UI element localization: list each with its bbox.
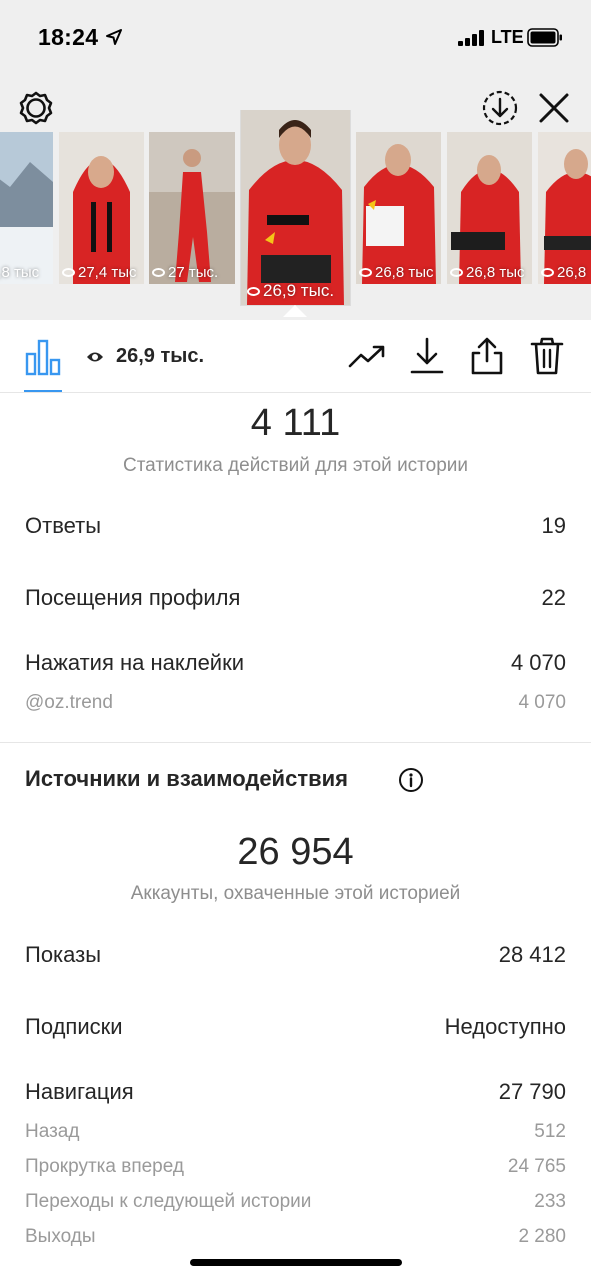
info-icon[interactable] bbox=[398, 767, 424, 793]
stat-row-nav-exits: Выходы 2 280 bbox=[25, 1226, 566, 1256]
trending-icon[interactable] bbox=[347, 336, 387, 376]
stat-sub-value: 24 765 bbox=[507, 1156, 566, 1177]
stat-sub-label: Назад bbox=[25, 1121, 80, 1142]
stat-label: Подписки bbox=[25, 1014, 123, 1039]
stat-label: Посещения профиля bbox=[25, 585, 241, 610]
story-thumbnail-active[interactable]: 26,9 тыс. bbox=[241, 110, 350, 305]
selected-tab-indicator bbox=[24, 390, 62, 392]
stat-row-sticker-taps: Нажатия на наклейки 4 070 bbox=[25, 650, 566, 680]
story-view-count: 7,8 тыс bbox=[0, 264, 40, 281]
story-thumbnail-image bbox=[149, 132, 235, 284]
story-thumbnail[interactable]: 26,8 bbox=[538, 132, 591, 284]
stat-sub-value: 2 280 bbox=[518, 1226, 566, 1247]
story-view-count: 26,8 тыс bbox=[359, 264, 434, 281]
stat-row-replies: Ответы 19 bbox=[25, 513, 566, 543]
story-thumbnail-image bbox=[59, 132, 144, 284]
stat-sub-label: Выходы bbox=[25, 1226, 96, 1247]
story-thumbnail[interactable]: 26,8 тыс bbox=[356, 132, 441, 284]
stat-label: Показы bbox=[25, 942, 102, 967]
stat-sub-value: 4 070 bbox=[518, 692, 566, 713]
stat-label: Нажатия на наклейки bbox=[25, 650, 245, 675]
location-arrow-icon bbox=[106, 29, 122, 45]
stat-row-impressions: Показы 28 412 bbox=[25, 942, 566, 972]
stat-value: 27 790 bbox=[498, 1079, 566, 1104]
story-action-bar: 26,9 тыс. bbox=[0, 320, 591, 393]
story-viewer-header: 18:24 LTE 8 тыс 27,4 тыс 27 тыс. 26,9 ты… bbox=[0, 0, 591, 320]
story-thumbnail[interactable]: 7,8 тыс bbox=[0, 132, 53, 284]
story-thumbnail-image bbox=[241, 110, 350, 305]
stat-row-nav-next-story: Переходы к следующей истории 233 bbox=[25, 1191, 566, 1221]
trash-icon[interactable] bbox=[527, 336, 567, 376]
stat-value: 22 bbox=[541, 585, 566, 610]
status-time: 18:24 bbox=[38, 24, 99, 50]
network-type: LTE bbox=[491, 27, 524, 47]
accounts-reached-caption: Аккаунты, охваченные этой историей bbox=[130, 883, 461, 904]
active-story-pointer bbox=[283, 305, 307, 317]
stat-row-sticker-mention: @oz.trend 4 070 bbox=[25, 692, 566, 722]
stat-sub-label: Переходы к следующей истории bbox=[25, 1191, 312, 1212]
story-views-count: 26,9 тыс. bbox=[116, 345, 205, 367]
stat-row-profile-visits: Посещения профиля 22 bbox=[25, 585, 566, 615]
stat-value: 19 bbox=[541, 513, 566, 538]
story-thumbnail-image bbox=[447, 132, 532, 284]
stat-row-nav-forward: Прокрутка вперед 24 765 bbox=[25, 1156, 566, 1186]
stat-label: Навигация bbox=[25, 1079, 134, 1104]
story-view-count: 26,9 тыс. bbox=[247, 281, 334, 301]
story-thumbnail[interactable]: 26,8 тыс bbox=[447, 132, 532, 284]
stat-sub-value: 512 bbox=[534, 1121, 566, 1142]
actions-caption: Статистика действий для этой истории bbox=[122, 455, 469, 476]
signal-icon bbox=[458, 30, 486, 46]
story-view-count: 26,8 тыс bbox=[450, 264, 525, 281]
stat-value: 4 070 bbox=[510, 650, 566, 675]
stat-sub-label: @oz.trend bbox=[25, 692, 113, 713]
story-view-count: 27,4 тыс bbox=[62, 264, 137, 281]
eye-icon bbox=[87, 352, 103, 362]
discovery-section-title: Источники и взаимодействия bbox=[25, 766, 348, 791]
home-indicator[interactable] bbox=[190, 1259, 402, 1266]
stat-value: 28 412 bbox=[498, 942, 566, 967]
stat-sub-value: 233 bbox=[534, 1191, 566, 1212]
share-icon[interactable] bbox=[467, 336, 507, 376]
status-bar: 18:24 LTE bbox=[0, 0, 591, 76]
story-view-count: 27 тыс. bbox=[152, 264, 218, 281]
stat-sub-label: Прокрутка вперед bbox=[25, 1156, 184, 1177]
story-thumbnail-image bbox=[0, 132, 53, 284]
actions-total: 4 111 bbox=[250, 402, 341, 444]
story-view-count: 26,8 bbox=[541, 264, 586, 281]
story-thumbnail-image bbox=[538, 132, 591, 284]
story-thumbnail[interactable]: 27 тыс. bbox=[149, 132, 235, 284]
stat-value: Недоступно bbox=[444, 1014, 566, 1039]
battery-icon bbox=[527, 28, 562, 47]
story-thumbnail-image bbox=[356, 132, 441, 284]
stat-label: Ответы bbox=[25, 513, 102, 538]
stat-row-navigation: Навигация 27 790 bbox=[25, 1079, 566, 1109]
story-thumbnail-strip[interactable]: 7,8 тыс 27,4 тыс 27 тыс. bbox=[0, 110, 591, 320]
download-icon[interactable] bbox=[407, 336, 447, 376]
story-thumbnail[interactable]: 27,4 тыс bbox=[59, 132, 144, 284]
section-divider bbox=[0, 742, 591, 743]
bar-chart-icon[interactable] bbox=[24, 338, 62, 376]
accounts-reached-total: 26 954 bbox=[237, 831, 354, 873]
stat-row-nav-back: Назад 512 bbox=[25, 1121, 566, 1151]
stat-row-follows: Подписки Недоступно bbox=[25, 1014, 566, 1044]
